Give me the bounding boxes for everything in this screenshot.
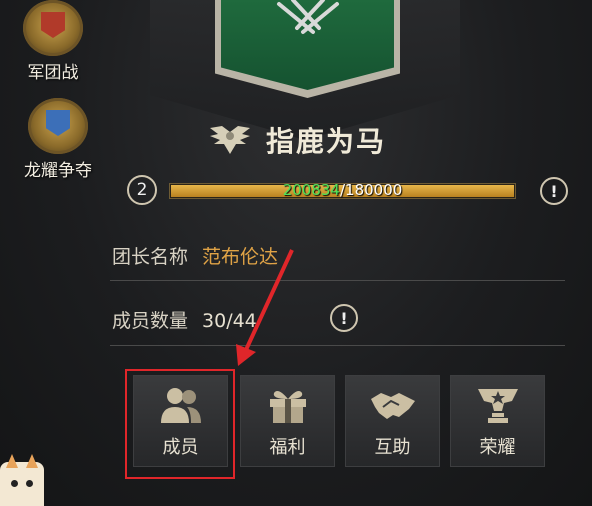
annotation-arrow [236, 249, 294, 366]
cat-eye [26, 480, 33, 487]
cat-eye [11, 480, 18, 487]
cat-avatar[interactable] [0, 462, 44, 506]
